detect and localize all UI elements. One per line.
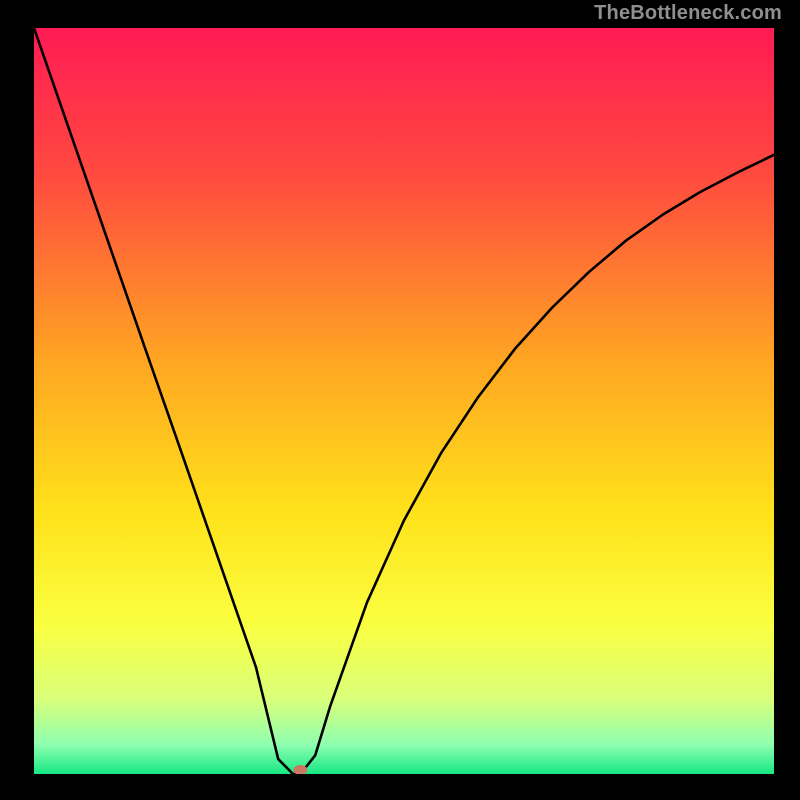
bottleneck-chart — [34, 28, 774, 774]
plot-background — [34, 28, 774, 774]
chart-frame: TheBottleneck.com — [0, 0, 800, 800]
watermark-text: TheBottleneck.com — [594, 2, 782, 25]
